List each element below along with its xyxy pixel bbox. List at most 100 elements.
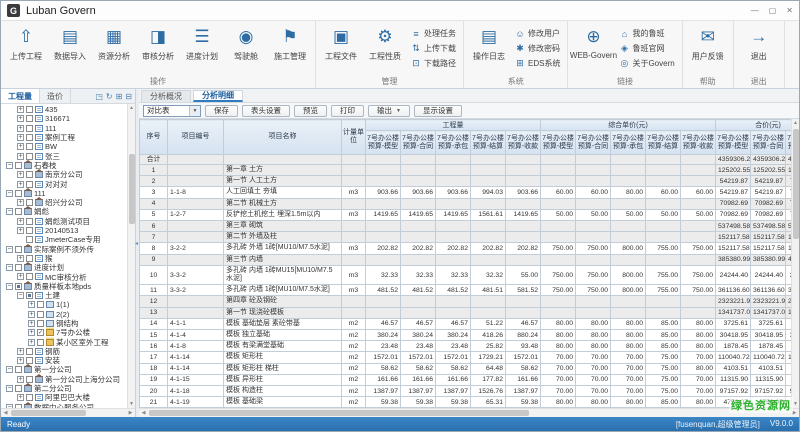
cell-value[interactable] <box>541 296 576 307</box>
cell-item-name[interactable]: 反铲挖土机挖土 埋深1.5m以内 <box>224 209 342 220</box>
cell-item-name[interactable]: 第一节 人工土方 <box>224 176 342 187</box>
expand-toggle-icon[interactable]: + <box>17 171 24 178</box>
cell-value[interactable]: 46.57 <box>401 318 436 329</box>
tree-checkbox[interactable] <box>26 273 33 280</box>
cell-value[interactable] <box>611 155 646 165</box>
cell-row-number[interactable]: 3 <box>140 187 168 198</box>
cockpit-button[interactable]: ◉驾驶舱 <box>224 23 268 73</box>
column-header[interactable]: 计量单位 <box>342 120 366 155</box>
cell-value[interactable] <box>681 176 716 187</box>
cell-value[interactable]: 80.00 <box>541 330 576 341</box>
cell-item-name[interactable]: 第三节 内墙 <box>224 254 342 265</box>
cell-value[interactable]: 1419.65 <box>366 209 401 220</box>
cell-value[interactable] <box>541 307 576 318</box>
cell-value[interactable]: 1387.97 <box>506 386 541 397</box>
cell-value[interactable]: 1526.76 <box>471 386 506 397</box>
cell-value[interactable] <box>401 176 436 187</box>
cell-value[interactable]: 50.00 <box>646 209 681 220</box>
scroll-up-icon[interactable]: ▲ <box>128 104 135 112</box>
expand-toggle-icon[interactable]: + <box>17 181 24 188</box>
column-header[interactable]: 7号办公楼预算-合同 <box>401 131 436 155</box>
upload-download-button[interactable]: ⇅上传下载 <box>409 41 458 56</box>
cell-value[interactable]: 1419.65 <box>436 209 471 220</box>
refresh-icon[interactable]: ↻ <box>106 92 113 101</box>
cell-value[interactable] <box>366 254 401 265</box>
cell-value[interactable] <box>541 176 576 187</box>
expand-toggle-icon[interactable]: − <box>6 366 13 373</box>
cell-item-name[interactable] <box>224 155 342 165</box>
cell-value[interactable] <box>611 221 646 232</box>
tree-checkbox[interactable] <box>26 394 33 401</box>
expand-toggle-icon[interactable]: + <box>17 227 24 234</box>
tab-analysis-overview[interactable]: 分析概况 <box>141 90 191 102</box>
column-header[interactable]: 7号办公楼预算-结算 <box>646 131 681 155</box>
cell-value[interactable]: 750.00 <box>541 285 576 296</box>
tree-checkbox[interactable] <box>26 181 33 188</box>
cell-item-code[interactable] <box>168 165 224 176</box>
expand-all-icon[interactable]: ⊞ <box>116 92 123 101</box>
cell-value[interactable]: 11315.90 <box>751 374 786 385</box>
cell-value[interactable]: 80.00 <box>611 341 646 352</box>
cell-value[interactable] <box>541 155 576 165</box>
cell-value[interactable]: 32.32 <box>471 265 506 284</box>
cell-value[interactable] <box>681 198 716 209</box>
cell-value[interactable]: 800.00 <box>611 285 646 296</box>
cell-value[interactable]: 60.00 <box>646 187 681 198</box>
cell-row-number[interactable]: 1 <box>140 165 168 176</box>
cell-value[interactable] <box>611 176 646 187</box>
cell-value[interactable]: 70.00 <box>541 363 576 374</box>
cell-value[interactable] <box>471 221 506 232</box>
cell-value[interactable] <box>576 254 611 265</box>
tree-checkbox[interactable] <box>37 311 44 318</box>
cell-row-number[interactable]: 11 <box>140 285 168 296</box>
cell-item-name[interactable]: 人工回填土 夯填 <box>224 187 342 198</box>
cell-value[interactable] <box>576 155 611 165</box>
close-button[interactable]: ✕ <box>786 7 793 15</box>
cell-item-name[interactable]: 模板 矩形柱 梯柱 <box>224 363 342 374</box>
tree-checkbox[interactable] <box>26 153 33 160</box>
scroll-up-icon[interactable]: ▲ <box>792 119 799 127</box>
cell-unit[interactable]: m2 <box>342 386 366 397</box>
cell-value[interactable] <box>646 296 681 307</box>
cell-value[interactable] <box>506 232 541 243</box>
cell-value[interactable]: 54219.87 <box>716 187 751 198</box>
tree-checkbox[interactable] <box>26 348 33 355</box>
print-button[interactable]: 打印 <box>331 105 364 117</box>
cell-value[interactable]: 32.33 <box>436 265 471 284</box>
tree-checkbox[interactable] <box>15 366 22 373</box>
table-horizontal-scrollbar[interactable]: ◀ ▶ <box>139 408 799 417</box>
user-feedback-button[interactable]: ✉用户反馈 <box>686 23 730 73</box>
about-govern-button[interactable]: ◎关于Govern <box>617 56 676 71</box>
column-header[interactable]: 序号 <box>140 120 168 155</box>
cell-value[interactable]: 1561.61 <box>471 209 506 220</box>
audit-analysis-button[interactable]: ◨审核分析 <box>136 23 180 73</box>
cell-value[interactable]: 152117.58 <box>751 243 786 254</box>
cell-value[interactable]: 70.00 <box>611 363 646 374</box>
cell-item-code[interactable] <box>168 221 224 232</box>
cell-value[interactable]: 70.00 <box>576 352 611 363</box>
cell-unit[interactable] <box>342 296 366 307</box>
preview-button[interactable]: 预览 <box>294 105 327 117</box>
cell-value[interactable]: 2323221.91 <box>751 296 786 307</box>
cell-value[interactable]: 161.66 <box>506 374 541 385</box>
cell-value[interactable] <box>541 221 576 232</box>
tab-quantity[interactable]: 工程量 <box>1 89 40 103</box>
project-property-button[interactable]: ⚙工程性质 <box>363 23 407 73</box>
cell-value[interactable]: 58.62 <box>436 363 471 374</box>
cell-value[interactable]: 110040.72 <box>751 352 786 363</box>
tree-horizontal-scrollbar[interactable]: ◀ ▶ <box>1 408 135 417</box>
cell-value[interactable] <box>506 221 541 232</box>
tree-checkbox[interactable] <box>15 264 22 271</box>
cell-value[interactable]: 110040.72 <box>716 352 751 363</box>
cell-value[interactable] <box>611 165 646 176</box>
cell-value[interactable] <box>576 221 611 232</box>
tree-item[interactable]: +316671 <box>3 114 127 123</box>
cell-row-number[interactable]: 16 <box>140 341 168 352</box>
cell-value[interactable]: 97157.92 <box>751 386 786 397</box>
cell-value[interactable]: 65.31 <box>471 397 506 408</box>
cell-value[interactable]: 70.00 <box>681 386 716 397</box>
cell-value[interactable]: 4103.51 <box>716 363 751 374</box>
cell-value[interactable]: 70.00 <box>681 374 716 385</box>
cell-value[interactable]: 1572.01 <box>506 352 541 363</box>
cell-value[interactable] <box>506 165 541 176</box>
